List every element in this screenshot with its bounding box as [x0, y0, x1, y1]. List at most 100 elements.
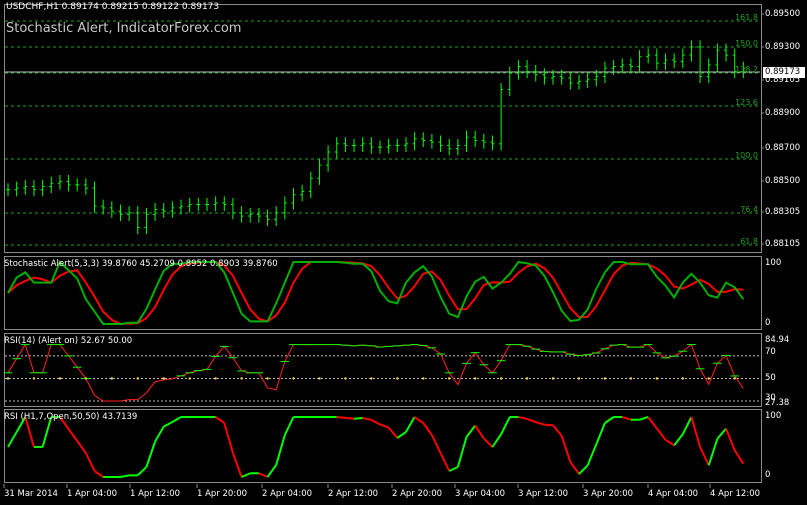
rsi2-segment: [621, 416, 632, 421]
rsi2-segment: [681, 416, 693, 435]
rsi-alert-dot: [733, 377, 736, 380]
rsi2-segment: [448, 466, 459, 472]
rsi-axis-bottom: 27.38: [765, 398, 790, 408]
rsi-alert-dot: [448, 377, 451, 380]
time-tick: 4 Apr 12:00: [710, 489, 761, 499]
fib-label: 100.0: [735, 151, 758, 160]
rsi2-segment: [215, 416, 225, 424]
rsi2-segment: [387, 426, 399, 439]
rsi2-segment: [664, 438, 675, 447]
fib-label: 150.0: [735, 39, 758, 48]
rsi2-segment: [699, 446, 710, 466]
rsi2-segment: [656, 427, 667, 441]
rsi2-segment: [707, 438, 719, 466]
rsi-alert-dot: [58, 377, 62, 380]
rsi-alert-dot: [6, 377, 10, 380]
rsi2-segment: [725, 428, 736, 451]
rsi-alert-dot: [422, 377, 425, 380]
rsi-axis-top: 84.94: [765, 335, 790, 345]
time-tick: 3 Apr 12:00: [518, 489, 569, 499]
rsi-alert-dot: [292, 377, 295, 380]
rsi2-segment: [639, 416, 649, 421]
time-tick: 31 Mar 2014: [4, 489, 58, 499]
rsi2-segment: [7, 431, 18, 448]
time-tick: 2 Apr 20:00: [392, 489, 443, 499]
rsi2-segment: [673, 433, 684, 447]
rsi2-segment: [586, 444, 598, 466]
rsi2-segment: [163, 421, 173, 428]
time-tick: 3 Apr 20:00: [583, 489, 634, 499]
rsi2-segment: [362, 416, 372, 421]
time-tick: 1 Apr 20:00: [197, 489, 248, 499]
rsi2-segment: [353, 416, 363, 420]
rsi-alert-dot: [370, 377, 373, 380]
rsi2-segment: [422, 422, 433, 436]
time-tick: 2 Apr 12:00: [328, 489, 379, 499]
rsi2-segment: [283, 416, 295, 436]
rsi2-segment: [456, 436, 468, 468]
stoch-axis-bottom: 0: [765, 318, 771, 328]
rsi-alert-dot: [266, 377, 269, 380]
rsi-alert-dot: [577, 377, 581, 380]
time-tick: 1 Apr 12:00: [130, 489, 181, 499]
rsi-alert-dot: [162, 377, 165, 380]
rsi2-segment: [431, 434, 442, 454]
rsi-alert-dot: [110, 377, 114, 380]
rsi2-segment: [336, 416, 346, 419]
chart-canvas: [3, 13, 764, 488]
price-tick: 0.88900: [765, 108, 801, 118]
rsi-title: RSI(14) (Alert on) 52.67 50.00: [4, 336, 133, 346]
rsi2-segment: [690, 416, 702, 448]
rsi2-segment: [137, 466, 148, 477]
rsi2-segment: [76, 440, 87, 454]
rsi-line: [7, 343, 744, 402]
rsi2-segment: [241, 472, 251, 478]
rsi-alert-dot: [681, 377, 684, 380]
rsi2-segment: [560, 435, 572, 463]
rsi2-segment: [535, 421, 545, 426]
rsi-alert-dot: [629, 377, 633, 380]
rsi-alert-dot: [396, 377, 399, 380]
price-tick: 0.89500: [765, 9, 801, 19]
price-tick: 0.89300: [765, 42, 801, 52]
fib-label: 61.8: [740, 237, 758, 246]
rsi2-segment: [379, 423, 389, 429]
rsi-alert-dot: [32, 377, 36, 380]
rsi2-segment: [258, 472, 268, 478]
stoch-signal-line: [7, 261, 744, 326]
current-price-label: 0.89173: [763, 67, 805, 78]
rsi-alert-dot: [136, 377, 139, 380]
rsi2-segment: [154, 426, 165, 443]
rsi2-segment: [526, 417, 537, 424]
rsi2-segment: [569, 461, 580, 475]
rsi-alert-dot: [655, 377, 659, 380]
rsi2-segment: [145, 441, 157, 468]
rsi2-segment: [733, 449, 745, 465]
rsi2-segment: [84, 452, 96, 472]
rsi2-segment: [491, 433, 502, 448]
rsi2-segment: [578, 464, 589, 475]
rsi2-segment: [93, 470, 104, 478]
rsi2-segment: [716, 428, 727, 440]
rsi-axis-50: 50: [765, 373, 776, 383]
rsi-alert-dot: [551, 377, 555, 380]
rsi2-segment: [518, 416, 528, 420]
rsi2-segment: [120, 474, 130, 478]
rsi-alert-dot: [344, 377, 347, 380]
rsi-alert-dot: [603, 377, 607, 380]
rsi2-axis-top: 100: [765, 411, 782, 421]
stochastic-title: Stochastic Alert(5,3,3) 39.8760 45.2709 …: [4, 259, 278, 269]
rsi-alert-dot: [707, 377, 710, 380]
rsi2-segment: [370, 418, 381, 426]
price-tick: 0.88105: [765, 239, 801, 249]
fib-label: 123.6: [735, 98, 758, 107]
fib-label: 138.2: [735, 65, 758, 74]
rsi2-segment: [414, 416, 424, 424]
rsi2-segment: [500, 416, 511, 435]
rsi2-segment: [544, 423, 554, 427]
price-tick: 0.88700: [765, 143, 801, 153]
time-tick: 1 Apr 04:00: [67, 489, 118, 499]
time-tick: 3 Apr 04:00: [455, 489, 506, 499]
rsi-alert-dot: [318, 377, 321, 380]
rsi2-segment: [266, 464, 277, 478]
